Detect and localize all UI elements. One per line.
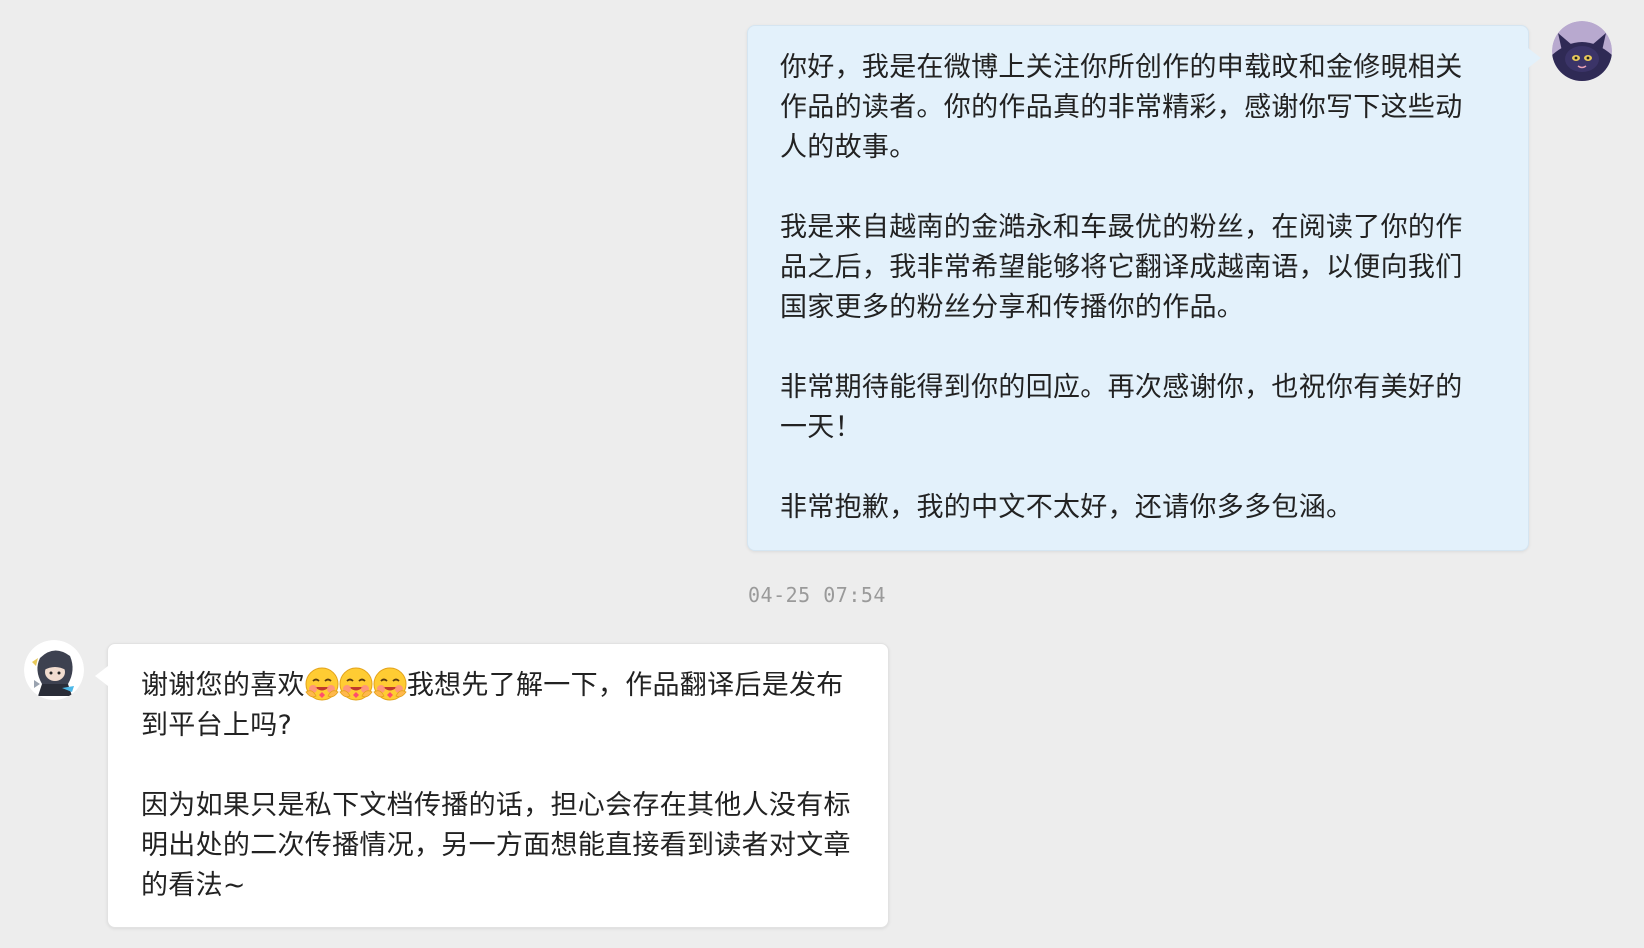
incoming-message-bubble[interactable]: 谢谢您的喜欢 我想先了解一下，作品翻译后是发布到平台上吗? 因为如果只是私下文档传…	[95, 643, 889, 928]
message-timestamp: 04-25 07:54	[748, 583, 886, 607]
message-paragraph: 谢谢您的喜欢 我想先了解一下，作品翻译后是发布到平台上吗?	[141, 666, 852, 746]
message-paragraph: 我是来自越南的金澔永和车晸优的粉丝，在阅读了你的作品之后，我非常希望能够将它翻译…	[780, 212, 1463, 323]
message-paragraph: 因为如果只是私下文档传播的话，担心会存在其他人没有标明出处的二次传播情况，另一方…	[141, 790, 851, 901]
message-paragraph: 非常期待能得到你的回应。再次感谢你，也祝你有美好的一天！	[780, 372, 1463, 443]
hugging-face-emoji-icon	[304, 666, 340, 702]
outgoing-message-bubble[interactable]: 你好，我是在微博上关注你所创作的申载旼和金修晛相关作品的读者。你的作品真的非常精…	[747, 25, 1541, 551]
message-paragraph: 非常抱歉，我的中文不太好，还请你多多包涵。	[780, 492, 1354, 523]
message-paragraph: 你好，我是在微博上关注你所创作的申载旼和金修晛相关作品的读者。你的作品真的非常精…	[780, 52, 1463, 163]
hugging-face-emoji-icon	[338, 666, 374, 702]
contact-avatar[interactable]	[24, 640, 84, 700]
hugging-face-emoji-icon	[372, 666, 408, 702]
message-text: 谢谢您的喜欢	[141, 670, 305, 701]
self-avatar[interactable]	[1552, 21, 1612, 81]
